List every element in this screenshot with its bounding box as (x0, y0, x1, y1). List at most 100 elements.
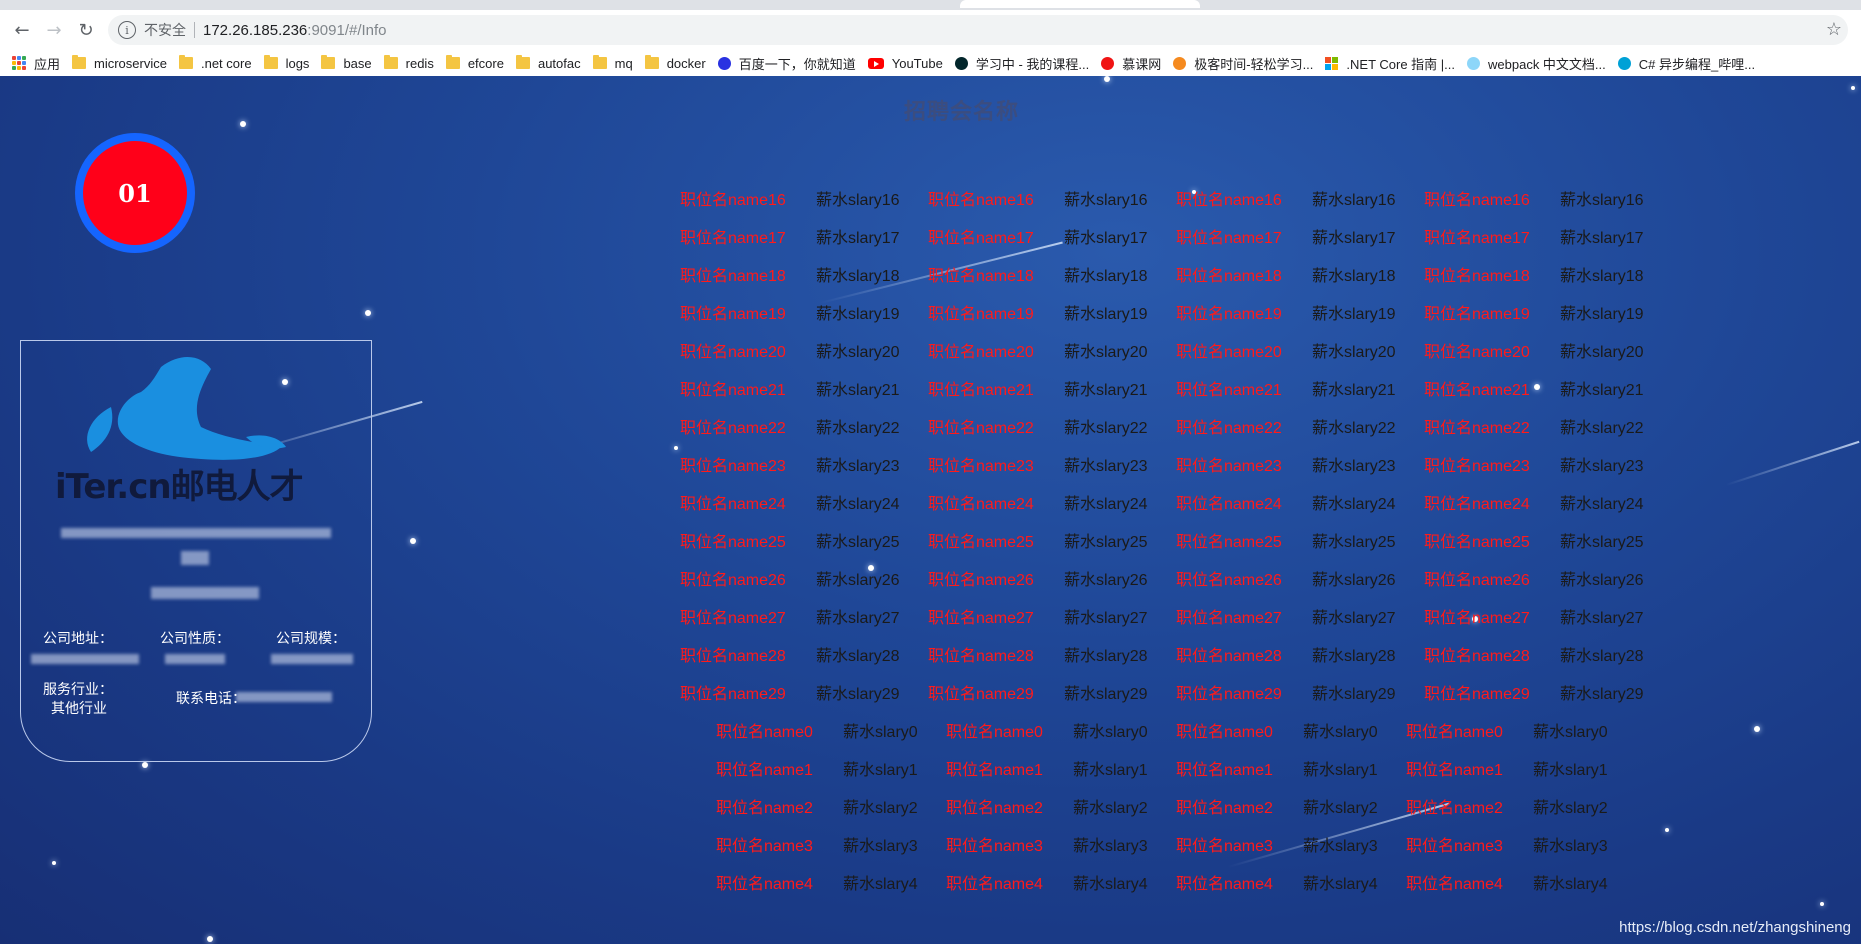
job-name-link[interactable]: 职位名name3 (1406, 832, 1533, 856)
job-name-link[interactable]: 职位名name29 (928, 680, 1064, 704)
job-name-link[interactable]: 职位名name18 (1424, 262, 1560, 286)
bookmark-item[interactable]: 应用 (12, 52, 60, 74)
job-name-link[interactable]: 职位名name23 (928, 452, 1064, 476)
job-name-link[interactable]: 职位名name29 (1424, 680, 1560, 704)
job-name-link[interactable]: 职位名name19 (1176, 300, 1312, 324)
bookmark-item[interactable]: base (321, 52, 372, 74)
job-name-link[interactable]: 职位名name1 (1406, 756, 1533, 780)
bookmark-item[interactable]: logs (263, 52, 309, 74)
job-name-link[interactable]: 职位名name27 (928, 604, 1064, 628)
job-name-link[interactable]: 职位名name1 (716, 756, 843, 780)
job-name-link[interactable]: 职位名name25 (680, 528, 816, 552)
job-name-link[interactable]: 职位名name18 (928, 262, 1064, 286)
forward-arrow-icon[interactable]: → (42, 18, 66, 42)
bookmark-item[interactable]: redis (383, 52, 434, 74)
job-name-link[interactable]: 职位名name23 (680, 452, 816, 476)
job-name-link[interactable]: 职位名name0 (1176, 718, 1303, 742)
job-name-link[interactable]: 职位名name25 (1176, 528, 1312, 552)
job-name-link[interactable]: 职位名name4 (1406, 870, 1533, 894)
bookmark-item[interactable]: autofac (515, 52, 581, 74)
job-name-link[interactable]: 职位名name0 (716, 718, 843, 742)
job-name-link[interactable]: 职位名name3 (716, 832, 843, 856)
bookmark-item[interactable]: .NET Core 指南 |... (1325, 52, 1455, 74)
job-name-link[interactable]: 职位名name24 (928, 490, 1064, 514)
job-name-link[interactable]: 职位名name27 (1176, 604, 1312, 628)
bookmark-item[interactable]: 极客时间-轻松学习... (1173, 52, 1313, 74)
job-name-link[interactable]: 职位名name24 (1424, 490, 1560, 514)
job-name-link[interactable]: 职位名name16 (1176, 186, 1312, 210)
job-name-link[interactable]: 职位名name2 (716, 794, 843, 818)
job-name-link[interactable]: 职位名name27 (1424, 604, 1560, 628)
bookmark-item[interactable]: 学习中 - 我的课程... (954, 52, 1089, 74)
job-name-link[interactable]: 职位名name2 (1176, 794, 1303, 818)
job-name-link[interactable]: 职位名name28 (928, 642, 1064, 666)
job-name-link[interactable]: 职位名name29 (1176, 680, 1312, 704)
job-name-link[interactable]: 职位名name18 (1176, 262, 1312, 286)
job-name-link[interactable]: 职位名name21 (928, 376, 1064, 400)
job-name-link[interactable]: 职位名name23 (1424, 452, 1560, 476)
job-name-link[interactable]: 职位名name27 (680, 604, 816, 628)
bookmark-item[interactable]: C# 异步编程_哔哩... (1617, 52, 1755, 74)
job-name-link[interactable]: 职位名name2 (1406, 794, 1533, 818)
job-name-link[interactable]: 职位名name0 (946, 718, 1073, 742)
job-name-link[interactable]: 职位名name24 (1176, 490, 1312, 514)
job-name-link[interactable]: 职位名name3 (946, 832, 1073, 856)
bookmark-item[interactable]: microservice (72, 52, 167, 74)
job-name-link[interactable]: 职位名name21 (680, 376, 816, 400)
job-name-link[interactable]: 职位名name20 (928, 338, 1064, 362)
job-name-link[interactable]: 职位名name26 (680, 566, 816, 590)
job-name-link[interactable]: 职位名name22 (680, 414, 816, 438)
address-bar[interactable]: i 不安全 172.26.185.236:9091/#/Info ☆ (108, 15, 1848, 45)
bookmark-item[interactable]: webpack 中文文档... (1467, 52, 1606, 74)
job-name-link[interactable]: 职位名name21 (1176, 376, 1312, 400)
job-name-link[interactable]: 职位名name28 (1176, 642, 1312, 666)
bookmark-item[interactable]: docker (644, 52, 706, 74)
job-name-link[interactable]: 职位名name0 (1406, 718, 1533, 742)
job-name-link[interactable]: 职位名name16 (680, 186, 816, 210)
job-name-link[interactable]: 职位名name4 (1176, 870, 1303, 894)
job-name-link[interactable]: 职位名name20 (1176, 338, 1312, 362)
job-name-link[interactable]: 职位名name24 (680, 490, 816, 514)
job-name-link[interactable]: 职位名name19 (928, 300, 1064, 324)
bookmark-item[interactable]: 百度一下，你就知道 (717, 52, 856, 74)
job-name-link[interactable]: 职位名name28 (680, 642, 816, 666)
job-name-link[interactable]: 职位名name22 (1424, 414, 1560, 438)
job-name-link[interactable]: 职位名name25 (1424, 528, 1560, 552)
info-icon[interactable]: i (118, 21, 136, 39)
bookmark-item[interactable]: 慕课网 (1101, 52, 1161, 74)
job-name-link[interactable]: 职位名name19 (1424, 300, 1560, 324)
job-name-link[interactable]: 职位名name19 (680, 300, 816, 324)
job-name-link[interactable]: 职位名name21 (1424, 376, 1560, 400)
back-arrow-icon[interactable]: ← (10, 18, 34, 42)
job-name-link[interactable]: 职位名name17 (680, 224, 816, 248)
reload-icon[interactable]: ↻ (74, 18, 98, 42)
job-name-link[interactable]: 职位名name4 (946, 870, 1073, 894)
job-name-link[interactable]: 职位名name20 (1424, 338, 1560, 362)
job-name-link[interactable]: 职位名name23 (1176, 452, 1312, 476)
bookmark-star-icon[interactable]: ☆ (1826, 19, 1842, 40)
job-name-link[interactable]: 职位名name16 (1424, 186, 1560, 210)
active-tab[interactable] (960, 0, 1200, 8)
job-name-link[interactable]: 职位名name17 (1424, 224, 1560, 248)
bookmark-item[interactable]: .net core (178, 52, 252, 74)
job-name-link[interactable]: 职位名name16 (928, 186, 1064, 210)
bookmark-item[interactable]: YouTube (867, 52, 943, 74)
job-name-link[interactable]: 职位名name29 (680, 680, 816, 704)
job-name-link[interactable]: 职位名name1 (1176, 756, 1303, 780)
job-name-link[interactable]: 职位名name17 (928, 224, 1064, 248)
job-name-link[interactable]: 职位名name26 (1424, 566, 1560, 590)
job-name-link[interactable]: 职位名name28 (1424, 642, 1560, 666)
bookmark-item[interactable]: efcore (445, 52, 504, 74)
job-name-link[interactable]: 职位名name22 (1176, 414, 1312, 438)
job-name-link[interactable]: 职位名name26 (928, 566, 1064, 590)
job-name-link[interactable]: 职位名name1 (946, 756, 1073, 780)
job-name-link[interactable]: 职位名name25 (928, 528, 1064, 552)
job-name-link[interactable]: 职位名name17 (1176, 224, 1312, 248)
job-name-link[interactable]: 职位名name20 (680, 338, 816, 362)
job-name-link[interactable]: 职位名name26 (1176, 566, 1312, 590)
job-name-link[interactable]: 职位名name4 (716, 870, 843, 894)
bookmark-item[interactable]: mq (592, 52, 633, 74)
job-name-link[interactable]: 职位名name18 (680, 262, 816, 286)
job-name-link[interactable]: 职位名name22 (928, 414, 1064, 438)
job-name-link[interactable]: 职位名name2 (946, 794, 1073, 818)
